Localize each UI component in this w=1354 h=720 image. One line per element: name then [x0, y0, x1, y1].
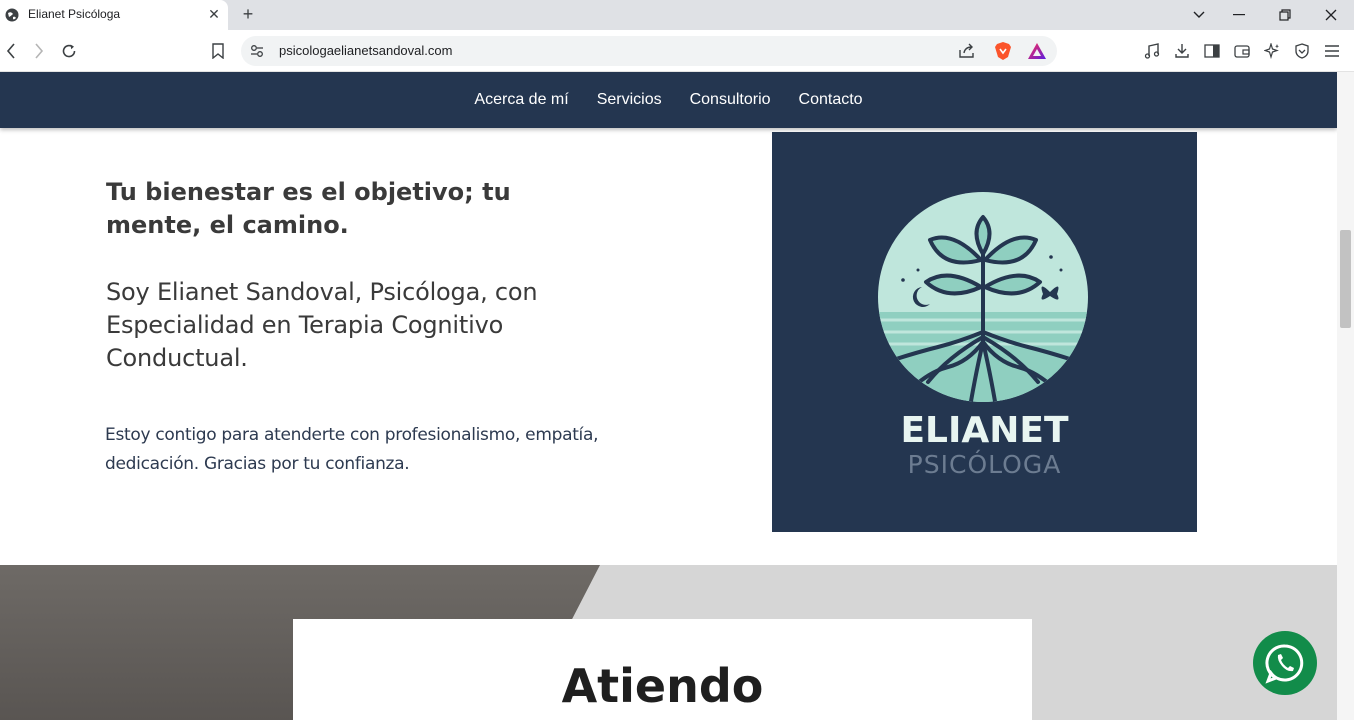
menu-icon[interactable]	[1321, 40, 1343, 62]
tab-close-icon[interactable]: ✕	[204, 5, 224, 25]
download-icon[interactable]	[1171, 40, 1193, 62]
sidebar-toggle-icon[interactable]	[1201, 40, 1223, 62]
back-arrow-icon[interactable]	[0, 40, 22, 62]
hero-intro: Soy Elianet Sandoval, Psicóloga, con Esp…	[106, 278, 538, 372]
logo-subtitle: PSICÓLOGA	[907, 450, 1062, 479]
close-window-button[interactable]	[1308, 0, 1354, 30]
brand-logo: ELIANET PSICÓLOGA	[772, 132, 1197, 532]
tab-title: Elianet Psicóloga	[28, 7, 121, 21]
share-icon[interactable]	[958, 43, 976, 59]
hero-body-text: Estoy contigo para atenderte con profesi…	[105, 425, 599, 474]
section-card: Atiendo	[293, 619, 1032, 720]
scrollbar-thumb[interactable]	[1340, 230, 1351, 328]
wallet-icon[interactable]	[1231, 40, 1253, 62]
nav-link-about[interactable]: Acerca de mí	[473, 91, 569, 109]
vpn-shield-icon[interactable]	[1291, 40, 1313, 62]
page-viewport: Acerca de mí Servicios Consultorio Conta…	[0, 72, 1337, 720]
site-navbar: Acerca de mí Servicios Consultorio Conta…	[0, 72, 1337, 128]
nav-link-contact[interactable]: Contacto	[798, 91, 864, 109]
minimize-button[interactable]	[1216, 0, 1262, 30]
brave-shield-icon[interactable]	[994, 41, 1012, 61]
tree-roots-logo-icon	[878, 192, 1088, 402]
site-settings-icon[interactable]	[250, 44, 264, 58]
media-controls-icon[interactable]	[1141, 40, 1163, 62]
address-bar[interactable]: psicologaelianetsandoval.com	[241, 36, 1057, 66]
forward-arrow-icon[interactable]	[28, 40, 50, 62]
bookmark-icon[interactable]	[207, 40, 229, 62]
url-text[interactable]: psicologaelianetsandoval.com	[279, 43, 452, 58]
page-scrollbar[interactable]	[1337, 72, 1354, 720]
hero-headline: Tu bienestar es el objetivo; tu mente, e…	[106, 178, 511, 239]
new-tab-button[interactable]: +	[237, 3, 259, 25]
brave-rewards-icon[interactable]	[1027, 42, 1047, 60]
reload-icon[interactable]	[58, 40, 80, 62]
services-section: Atiendo	[0, 565, 1337, 720]
nav-link-office[interactable]: Consultorio	[689, 91, 772, 109]
nav-link-services[interactable]: Servicios	[596, 91, 663, 109]
whatsapp-button[interactable]	[1253, 631, 1317, 695]
browser-toolbar: psicologaelianetsandoval.com	[0, 30, 1354, 72]
whatsapp-icon	[1265, 644, 1304, 684]
globe-favicon-icon	[5, 8, 19, 22]
logo-name: ELIANET	[900, 410, 1069, 451]
leo-ai-icon[interactable]	[1261, 40, 1283, 62]
browser-tab[interactable]: Elianet Psicóloga ✕	[0, 0, 228, 30]
section-title: Atiendo	[561, 659, 764, 713]
restore-button[interactable]	[1262, 0, 1308, 30]
tab-strip: Elianet Psicóloga ✕ +	[0, 0, 1354, 30]
